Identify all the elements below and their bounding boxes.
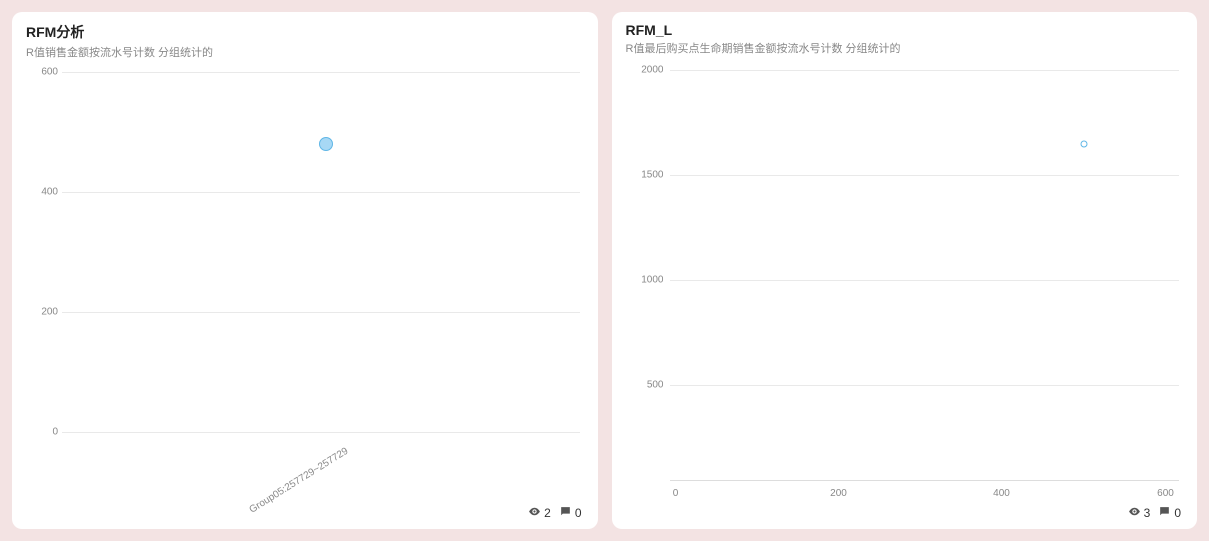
chart-point[interactable] [1080, 141, 1087, 148]
comments-count: 0 [575, 506, 582, 520]
gridline [670, 385, 1180, 386]
gridline [62, 192, 580, 193]
eye-icon [528, 505, 541, 521]
y-tick: 2000 [634, 65, 664, 76]
views-count: 2 [544, 506, 551, 520]
card-title: RFM_L [626, 22, 1184, 38]
comment-icon [559, 505, 572, 521]
card-subtitle: R值销售金额按流水号计数 分组统计的 [26, 44, 584, 60]
views-stat[interactable]: 2 [528, 505, 551, 521]
x-axis-line [670, 480, 1180, 481]
comments-stat[interactable]: 0 [1158, 505, 1181, 521]
card-subtitle: R值最后购买点生命期销售金额按流水号计数 分组统计的 [626, 40, 1184, 56]
y-tick: 200 [28, 307, 58, 318]
chart-point[interactable] [319, 137, 333, 151]
gridline [670, 175, 1180, 176]
gridline [62, 432, 580, 433]
gridline [62, 312, 580, 313]
comments-stat[interactable]: 0 [559, 505, 582, 521]
card-footer: 2 0 [528, 505, 581, 521]
gridline [670, 70, 1180, 71]
gridline [62, 72, 580, 73]
y-tick: 500 [634, 380, 664, 391]
y-tick: 0 [28, 427, 58, 438]
x-tick: 400 [993, 488, 1010, 499]
card-title: RFM分析 [26, 22, 584, 42]
gridline [670, 280, 1180, 281]
card-footer: 3 0 [1128, 505, 1181, 521]
chart-area-1[interactable]: 600 400 200 0 Group05:257729~257729 [26, 64, 584, 519]
comment-icon [1158, 505, 1171, 521]
views-stat[interactable]: 3 [1128, 505, 1151, 521]
chart-area-2[interactable]: 2000 1500 1000 500 0 200 400 600 [626, 60, 1184, 519]
y-tick: 1000 [634, 275, 664, 286]
y-tick: 1500 [634, 170, 664, 181]
views-count: 3 [1144, 506, 1151, 520]
x-tick: 200 [830, 488, 847, 499]
x-tick: 600 [1157, 488, 1174, 499]
chart-card-rfm-l: RFM_L R值最后购买点生命期销售金额按流水号计数 分组统计的 2000 15… [612, 12, 1198, 529]
chart-card-rfm: RFM分析 R值销售金额按流水号计数 分组统计的 600 400 200 0 G… [12, 12, 598, 529]
x-tick: 0 [673, 488, 679, 499]
y-tick: 600 [28, 67, 58, 78]
comments-count: 0 [1174, 506, 1181, 520]
x-tick: Group05:257729~257729 [248, 446, 351, 516]
eye-icon [1128, 505, 1141, 521]
y-tick: 400 [28, 187, 58, 198]
